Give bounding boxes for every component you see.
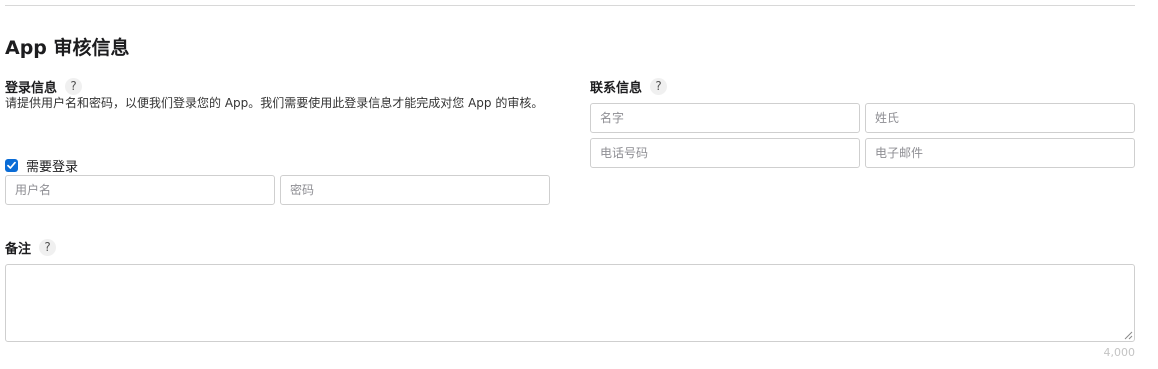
- contact-info-help-icon[interactable]: ?: [650, 77, 668, 95]
- login-info-header: 登录信息 ?: [5, 76, 83, 96]
- last-name-input[interactable]: [865, 103, 1135, 133]
- username-input[interactable]: [5, 175, 275, 205]
- login-info-help-icon[interactable]: ?: [65, 77, 83, 95]
- sign-in-required-row[interactable]: 需要登录: [5, 156, 79, 175]
- resize-handle-icon[interactable]: [1123, 330, 1133, 340]
- notes-label: 备注: [5, 241, 32, 257]
- notes-char-limit: 4,000: [1103, 346, 1136, 359]
- top-divider: [5, 5, 1135, 6]
- login-info-label: 登录信息: [5, 80, 58, 96]
- login-info-description: 请提供用户名和密码，以便我们登录您的 App。我们需要使用此登录信息才能完成对您…: [5, 96, 544, 110]
- checkmark-icon: [7, 161, 16, 169]
- sign-in-required-label: 需要登录: [26, 159, 79, 175]
- email-input[interactable]: [865, 138, 1135, 168]
- contact-info-header: 联系信息 ?: [590, 76, 668, 96]
- page-title: App 审核信息: [5, 37, 130, 59]
- sign-in-required-checkbox[interactable]: [5, 158, 18, 172]
- first-name-input[interactable]: [590, 103, 860, 133]
- notes-textarea[interactable]: [5, 264, 1135, 342]
- notes-header: 备注 ?: [5, 237, 57, 257]
- contact-info-label: 联系信息: [590, 80, 643, 96]
- phone-input[interactable]: [590, 138, 860, 168]
- password-input[interactable]: [280, 175, 550, 205]
- notes-help-icon[interactable]: ?: [39, 238, 57, 256]
